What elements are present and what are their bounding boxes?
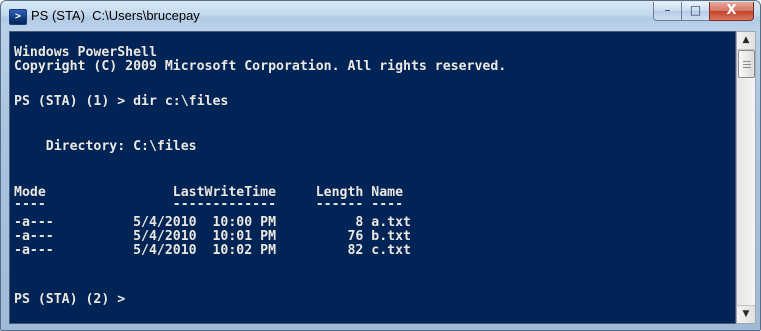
powershell-icon[interactable]: > — [9, 9, 27, 25]
table-header-underline: ---- ------------- ------ ---- — [14, 197, 404, 212]
command-prompt[interactable]: PS (STA) (2) > — [14, 293, 133, 307]
table-row: -a--- 5/4/2010 10:01 PM 76 b.txt — [14, 229, 411, 244]
window-title: PS (STA) C:\Users\brucepay — [31, 8, 200, 23]
title-bar[interactable]: > PS (STA) C:\Users\brucepay – □ X — [1, 1, 760, 31]
table-row: -a--- 5/4/2010 10:02 PM 82 c.txt — [14, 243, 411, 258]
scroll-down-arrow-icon[interactable]: ▼ — [737, 305, 755, 323]
scroll-up-arrow-icon[interactable]: ▲ — [737, 32, 755, 50]
banner-line-2: Copyright (C) 2009 Microsoft Corporation… — [14, 59, 507, 74]
thumb-grip-icon — [743, 67, 751, 68]
banner-line-1: Windows PowerShell — [14, 45, 157, 60]
console-output-area[interactable]: Windows PowerShell Copyright (C) 2009 Mi… — [9, 31, 736, 324]
directory-heading: Directory: C:\files — [14, 139, 197, 154]
scroll-thumb[interactable] — [738, 50, 755, 78]
close-button[interactable]: X — [709, 2, 754, 21]
caption-buttons: – □ X — [653, 2, 754, 21]
command-line-1: PS (STA) (1) > dir c:\files — [14, 94, 229, 109]
minimize-button[interactable]: – — [653, 2, 682, 21]
table-row: -a--- 5/4/2010 10:00 PM 8 a.txt — [14, 215, 411, 230]
maximize-button[interactable]: □ — [681, 2, 710, 21]
thumb-grip-icon — [743, 61, 751, 62]
thumb-grip-icon — [743, 64, 751, 65]
console-window: > PS (STA) C:\Users\brucepay – □ X Windo… — [0, 0, 761, 331]
vertical-scrollbar[interactable]: ▲ ▼ — [736, 31, 756, 324]
